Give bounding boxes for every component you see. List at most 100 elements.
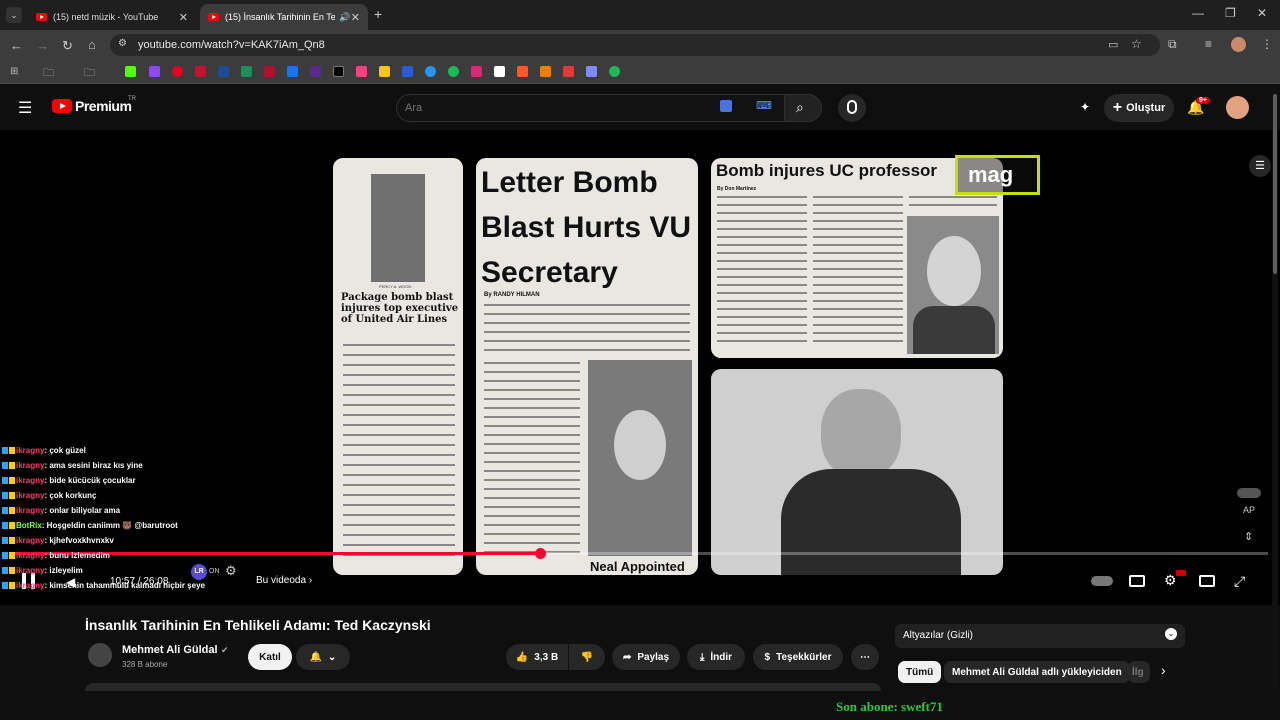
extension-icon[interactable]: ✦ (1080, 100, 1090, 114)
folder-icon[interactable]: 🗀 (43, 64, 54, 83)
autoplay-toggle[interactable] (1091, 576, 1113, 586)
dislike-button[interactable]: 👎 (569, 644, 605, 670)
bookmark-twitch-icon[interactable] (149, 66, 160, 77)
minimize-icon[interactable]: — (1192, 6, 1204, 20)
side-toggle[interactable] (1237, 488, 1261, 498)
subtitles-icon[interactable] (1129, 575, 1145, 587)
bookmark-icon[interactable] (540, 66, 551, 77)
bookmark-icon[interactable] (586, 66, 597, 77)
channel-name[interactable]: Mehmet Ali Güldal (122, 644, 218, 656)
theater-mode-icon[interactable] (1199, 575, 1215, 587)
chat-username[interactable]: ikragny (16, 461, 44, 470)
autoplay-badge-icon[interactable]: LR (191, 564, 207, 580)
bookmark-pinterest-icon[interactable] (172, 66, 183, 77)
chat-username[interactable]: ikragny (16, 491, 44, 500)
more-actions-button[interactable]: ⋯ (851, 644, 879, 670)
settings-icon[interactable]: ⚙ (1164, 572, 1177, 589)
reload-icon[interactable]: ↻ (62, 38, 73, 54)
share-button[interactable]: ➦ Paylaş (612, 644, 680, 670)
tab-list-button[interactable]: ⌄ (6, 7, 22, 23)
bookmark-icon[interactable] (379, 66, 390, 77)
close-tab-icon[interactable]: ✕ (179, 11, 188, 24)
like-button[interactable]: 👍 3,3 B (506, 644, 568, 670)
hamburger-menu-icon[interactable]: ☰ (18, 98, 32, 118)
join-button[interactable]: Katıl (248, 644, 292, 670)
chat-username[interactable]: BotRix (16, 521, 42, 530)
join-label: Katıl (259, 651, 281, 663)
chat-badge-icon (2, 477, 8, 485)
create-button[interactable]: + Oluştur (1104, 94, 1174, 122)
bookmark-spotify-icon[interactable] (609, 66, 620, 77)
chat-username[interactable]: ikragny (16, 551, 44, 560)
chat-username[interactable]: ikragny (16, 446, 44, 455)
bookmark-icon[interactable] (287, 66, 298, 77)
search-input[interactable] (405, 98, 705, 118)
bookmark-x-icon[interactable] (333, 66, 344, 77)
chip-uploader[interactable]: Mehmet Ali Güldal adlı yükleyiciden (944, 661, 1130, 683)
account-avatar[interactable] (1226, 96, 1249, 119)
expand-arrows-icon[interactable]: ⇕ (1244, 530, 1253, 543)
chat-username[interactable]: ikragny (16, 476, 44, 485)
forward-icon[interactable]: → (36, 38, 49, 53)
chat-toggle-icon[interactable]: ☰ (1249, 155, 1271, 177)
restore-icon[interactable]: ❐ (1225, 6, 1236, 20)
back-icon[interactable]: ← (10, 38, 23, 53)
keyboard-icon[interactable]: ⌨ (756, 99, 772, 112)
site-info-icon[interactable]: ⚙ (118, 38, 127, 49)
cast-icon[interactable]: ▭ (1108, 38, 1118, 51)
media-control-icon[interactable]: ≡ (1205, 37, 1212, 51)
bookmark-icon[interactable] (402, 66, 413, 77)
chip-related[interactable]: İlg (1128, 661, 1150, 683)
bookmark-icon[interactable] (563, 66, 574, 77)
youtube-logo-icon[interactable] (52, 99, 72, 113)
folder-icon[interactable]: 🗀 (84, 64, 95, 83)
settings-gear-icon[interactable]: ⚙ (225, 563, 237, 579)
download-button[interactable]: ⤓ İndir (687, 644, 745, 670)
extensions-icon[interactable]: ⧉ (1168, 37, 1177, 52)
chat-username[interactable]: ikragny (16, 506, 44, 515)
speaker-icon[interactable]: 🔊 (339, 12, 350, 23)
bookmark-icon[interactable] (425, 66, 436, 77)
chat-text: : kimsenin tahammülü kalmadı hiçbir şeye (44, 581, 205, 590)
bookmark-star-icon[interactable]: ☆ (1131, 37, 1142, 51)
bookmark-instagram-icon[interactable] (471, 66, 482, 77)
home-icon[interactable]: ⌂ (88, 37, 96, 52)
transcript-header[interactable]: Altyazılar (Gizli) ⌄ (895, 624, 1185, 648)
chat-badge-icon (2, 567, 8, 575)
chat-username[interactable]: ikragny (16, 581, 44, 590)
tab-active-video[interactable]: (15) İnsanlık Tarihinin En Tehli 🔊 ✕ (200, 4, 368, 30)
voice-search-button[interactable] (838, 94, 866, 122)
page-scrollbar[interactable] (1272, 88, 1278, 688)
chapter-button[interactable]: Bu videoda › (256, 575, 312, 586)
chip-all[interactable]: Tümü (898, 661, 942, 683)
thanks-button[interactable]: $ Teşekkürler (753, 644, 843, 670)
subscribe-button[interactable]: 🔔 ⌄ (296, 644, 350, 670)
last-subscriber-overlay: Son abone: sweft71 (836, 699, 943, 714)
close-window-icon[interactable]: ✕ (1257, 6, 1267, 20)
bookmark-icon[interactable] (195, 66, 206, 77)
transcript-label: Altyazılar (Gizli) (903, 630, 974, 641)
profile-avatar[interactable] (1231, 37, 1246, 52)
progress-scrubber-handle[interactable] (534, 548, 546, 559)
bookmark-icon[interactable] (218, 66, 229, 77)
apps-grid-icon[interactable]: ⊞ (10, 66, 18, 77)
close-tab-icon[interactable]: ✕ (351, 11, 360, 24)
bookmark-kick-icon[interactable] (125, 66, 136, 77)
bookmark-icon[interactable] (448, 66, 459, 77)
bookmark-icon[interactable] (310, 66, 321, 77)
bookmark-amazon-icon[interactable] (494, 66, 505, 77)
new-tab-button[interactable]: + (374, 6, 382, 22)
chevron-right-icon[interactable]: › (1161, 662, 1166, 678)
bookmark-icon[interactable] (241, 66, 252, 77)
bookmark-icon[interactable] (356, 66, 367, 77)
chat-username[interactable]: ikragny (16, 536, 44, 545)
menu-kebab-icon[interactable]: ⋮ (1261, 37, 1273, 51)
bookmark-icon[interactable] (264, 66, 275, 77)
translate-icon[interactable] (720, 100, 732, 112)
chat-username[interactable]: ikragny (16, 566, 44, 575)
search-button[interactable]: ⌕ (784, 94, 822, 122)
bookmark-icon[interactable] (517, 66, 528, 77)
channel-avatar[interactable] (88, 643, 112, 667)
fullscreen-icon[interactable]: ⤢ (1234, 573, 1245, 590)
tab-youtube-music[interactable]: (15) netd müzik - YouTube ✕ (28, 4, 196, 30)
